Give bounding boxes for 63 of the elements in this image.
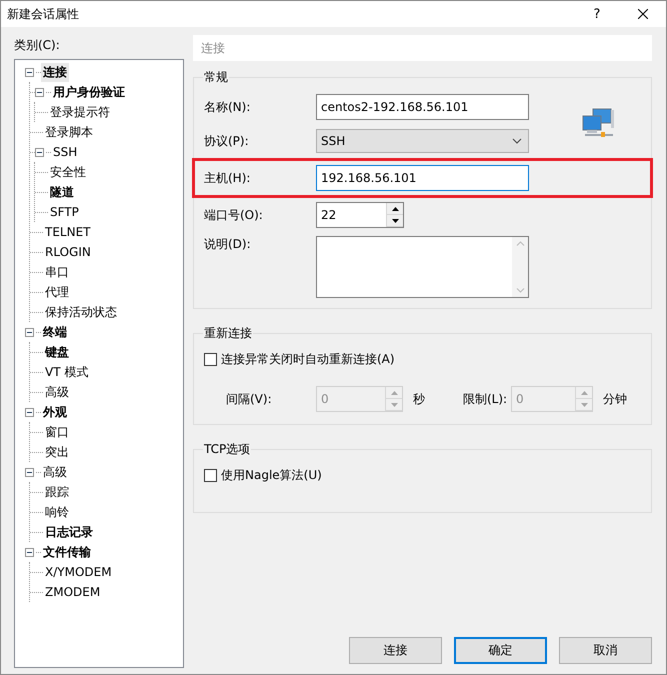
tree-item[interactable]: ZMODEM <box>43 584 102 600</box>
collapse-icon[interactable] <box>25 328 34 336</box>
dialog-button[interactable]: 连接 <box>349 637 442 664</box>
group-title: 常规 <box>203 69 229 86</box>
tree-item[interactable]: 终端 <box>41 322 69 342</box>
tree-item[interactable]: 保持活动状态 <box>43 302 119 322</box>
tree-item[interactable]: 高级 <box>43 382 71 402</box>
seconds-label: 秒 <box>413 390 426 408</box>
interval-label: 间隔(V): <box>226 390 273 408</box>
tree-item[interactable]: 响铃 <box>43 502 71 522</box>
tree-item[interactable]: 高级 <box>41 462 69 482</box>
tree-item[interactable]: 代理 <box>43 282 71 302</box>
tree-item[interactable]: 安全性 <box>48 162 88 182</box>
dialog-button[interactable]: 取消 <box>559 637 652 664</box>
collapse-icon[interactable] <box>25 408 34 416</box>
tree-item[interactable]: 突出 <box>43 442 71 462</box>
host-field[interactable]: 192.168.56.101 <box>316 165 529 191</box>
name-label: 名称(N): <box>204 98 252 116</box>
down-arrow-icon[interactable] <box>392 218 398 222</box>
description-label: 说明(D): <box>204 236 252 253</box>
dialog-button[interactable]: 确定 <box>454 637 547 664</box>
checkbox-label[interactable]: 使用Nagle算法(U) <box>221 466 322 484</box>
collapse-icon[interactable] <box>25 468 34 476</box>
category-label: 类别(C): <box>14 38 60 52</box>
tree-item[interactable]: 窗口 <box>43 422 71 442</box>
tree-item[interactable]: SSH <box>51 144 80 160</box>
protocol-label: 协议(P): <box>204 132 250 150</box>
up-arrow-icon[interactable] <box>392 206 398 210</box>
panel-header: 连接 <box>193 35 652 61</box>
network-computers-icon <box>581 108 615 140</box>
group-title: TCP选项 <box>203 441 252 458</box>
tree-item[interactable]: 日志记录 <box>43 522 95 542</box>
collapse-icon[interactable] <box>25 68 34 76</box>
help-button[interactable]: ? <box>574 1 620 27</box>
port-label: 端口号(O): <box>204 206 264 224</box>
tree-item[interactable]: 连接 <box>41 62 69 82</box>
group-title: 重新连接 <box>203 325 253 342</box>
tree-item[interactable]: 登录提示符 <box>48 102 112 122</box>
tree-item[interactable]: 键盘 <box>43 342 71 362</box>
tree-item[interactable]: SFTP <box>48 204 81 220</box>
minutes-label: 分钟 <box>603 390 627 408</box>
tree-item[interactable]: 串口 <box>43 262 71 282</box>
tree-item[interactable]: 用户身份验证 <box>51 82 127 102</box>
collapse-icon[interactable] <box>35 148 44 156</box>
limit-label: 限制(L): <box>463 390 508 408</box>
collapse-icon[interactable] <box>35 88 44 96</box>
tree-item[interactable]: TELNET <box>43 224 92 240</box>
collapse-icon[interactable] <box>25 548 34 556</box>
name-field[interactable]: centos2-192.168.56.101 <box>316 94 529 120</box>
tree-item[interactable]: 跟踪 <box>43 482 71 502</box>
tree-item[interactable]: RLOGIN <box>43 244 93 260</box>
tree-item[interactable]: 文件传输 <box>41 542 93 562</box>
protocol-dropdown[interactable]: SSH <box>316 129 529 153</box>
window-title: 新建会话属性 <box>7 6 80 22</box>
tree-item[interactable]: 隧道 <box>48 182 76 202</box>
tree-item[interactable]: VT 模式 <box>43 362 90 382</box>
chevron-down-icon <box>512 138 522 144</box>
spin-field[interactable]: 22 <box>316 202 404 228</box>
tree-item[interactable]: 外观 <box>41 402 69 422</box>
tree-item[interactable]: X/YMODEM <box>43 564 114 580</box>
tree-item[interactable]: 登录脚本 <box>43 122 95 142</box>
host-label: 主机(H): <box>204 170 252 186</box>
checkbox[interactable] <box>204 468 217 482</box>
